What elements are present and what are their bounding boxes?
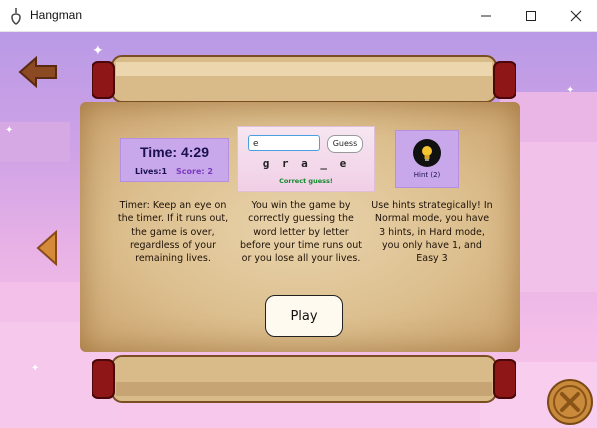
- hint-count-label: Hint (2): [413, 171, 441, 179]
- scroll-top-roller: [92, 55, 516, 103]
- window-title: Hangman: [30, 8, 83, 22]
- game-background: ✦ ✦ ✦ ✦ ✦ Time: 4:29 Lives:1 Score: 2 e …: [0, 32, 597, 428]
- guess-preview-card: e Guess g r a _ e Correct guess!: [237, 126, 375, 192]
- lives-text: Lives:1: [135, 167, 168, 176]
- back-arrow-icon[interactable]: [18, 56, 60, 88]
- sparkle-icon: ✦: [566, 85, 575, 96]
- close-button[interactable]: [553, 0, 597, 31]
- sparkle-icon: ✦: [31, 363, 40, 374]
- timer-description: Timer: Keep an eye on the timer. If it r…: [117, 200, 229, 265]
- hint-button[interactable]: [413, 139, 441, 167]
- play-button[interactable]: Play: [265, 295, 343, 337]
- hints-description: Use hints strategically! In Normal mode,…: [371, 200, 493, 265]
- scroll-bottom-roller: [92, 355, 516, 403]
- feedback-text: Correct guess!: [279, 177, 333, 185]
- cloud: [520, 142, 597, 292]
- guess-button[interactable]: Guess: [327, 135, 363, 153]
- previous-arrow-icon[interactable]: [36, 230, 58, 266]
- minimize-button[interactable]: [463, 0, 509, 31]
- close-icon: [570, 10, 582, 21]
- coin-icon[interactable]: [546, 378, 594, 426]
- app-icon: [11, 8, 21, 25]
- timer-text: Time: 4:29: [140, 144, 209, 160]
- word-display: g r a _ e: [262, 157, 350, 170]
- maximize-button[interactable]: [508, 0, 554, 31]
- timer-preview-card: Time: 4:29 Lives:1 Score: 2: [120, 138, 229, 182]
- title-bar: Hangman: [0, 0, 597, 32]
- sparkle-icon: ✦: [5, 125, 14, 136]
- maximize-icon: [526, 10, 536, 21]
- lightbulb-icon: [422, 146, 432, 161]
- guess-input[interactable]: e: [248, 135, 320, 151]
- guess-description: You win the game by correctly guessing t…: [240, 200, 362, 265]
- hint-preview-card: Hint (2): [395, 130, 459, 188]
- minimize-icon: [481, 15, 491, 16]
- score-text: Score: 2: [176, 167, 213, 176]
- cloud: [0, 282, 90, 322]
